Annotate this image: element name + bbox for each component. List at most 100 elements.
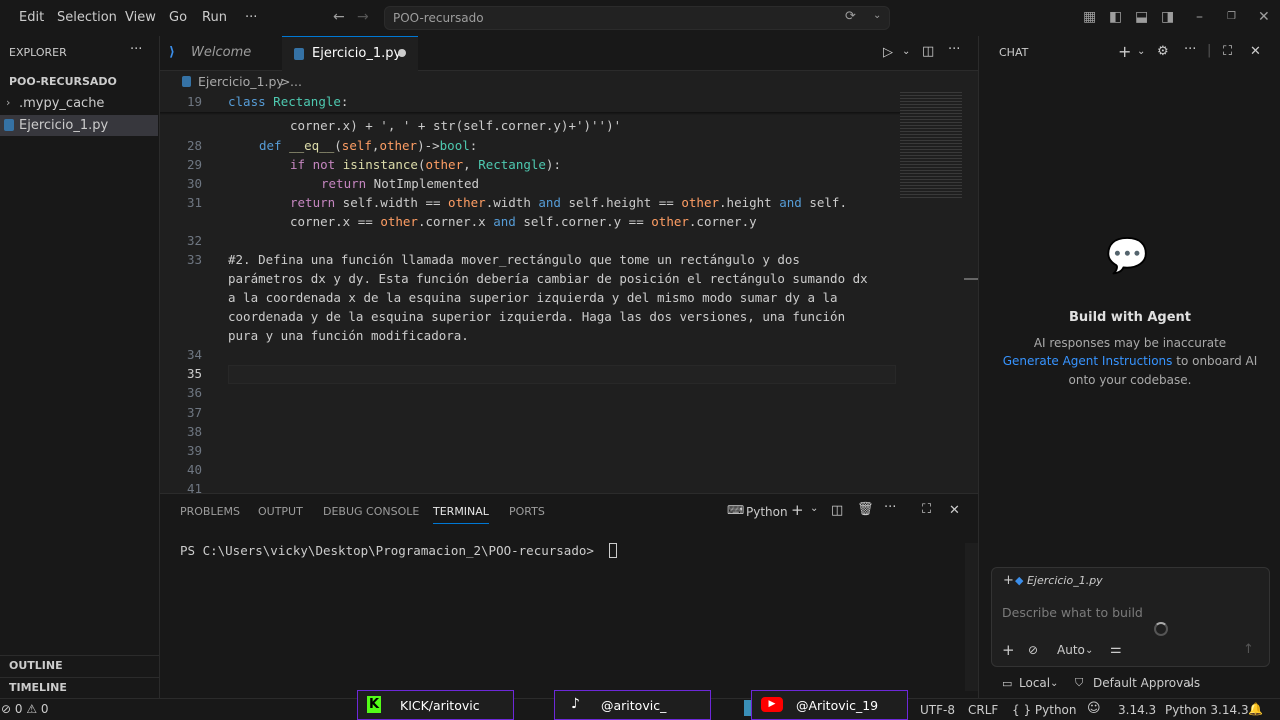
chevron-down-icon[interactable]: ⌄ <box>1050 678 1058 689</box>
maximize-chat-icon[interactable]: ⛶ <box>1223 44 1232 59</box>
menu-run[interactable]: Run <box>202 10 227 25</box>
trash-icon[interactable]: 🗑 <box>857 502 874 517</box>
tools-icon[interactable]: ⊘ <box>1028 643 1038 657</box>
comment-line[interactable]: coordenada y de la esquina superior izqu… <box>228 309 845 324</box>
chat-input-placeholder[interactable]: Describe what to build <box>1002 605 1143 620</box>
line-number: 34 <box>186 347 202 362</box>
panel-tab-debug-console[interactable]: DEBUG CONSOLE <box>323 505 419 518</box>
run-icon[interactable]: ▷ <box>883 45 893 60</box>
maximize-panel-icon[interactable]: ⛶ <box>922 502 931 517</box>
chevron-down-icon[interactable]: ⌄ <box>873 10 881 21</box>
tab-welcome[interactable]: ⟩ Welcome <box>160 36 282 71</box>
code-line-31-wrap[interactable]: corner.x == other.corner.x and self.corn… <box>290 214 757 229</box>
panel-tab-problems[interactable]: PROBLEMS <box>180 505 240 518</box>
more-actions-icon[interactable]: ··· <box>1184 42 1196 57</box>
problems-status[interactable]: ⊘ 0 ⚠ 0 <box>1 702 49 716</box>
timeline-section[interactable]: TIMELINE <box>9 681 67 694</box>
new-chat-icon[interactable]: + <box>1118 42 1131 61</box>
context-chip[interactable]: ◆ Ejercicio_1.py <box>1015 574 1105 590</box>
current-line-highlight[interactable] <box>228 365 896 384</box>
kick-overlay: K KICK/aritovic <box>357 690 514 720</box>
youtube-logo-icon: ▶ <box>761 697 783 712</box>
comment-line[interactable]: #2. Defina una función llamada mover_rec… <box>228 252 800 267</box>
menu-view[interactable]: View <box>125 10 156 25</box>
back-arrow-icon[interactable]: ← <box>333 9 345 25</box>
copilot-status-icon[interactable]: ☺ <box>1087 701 1101 716</box>
menu-go[interactable]: Go <box>169 10 187 25</box>
attach-icon[interactable]: + <box>1002 641 1015 659</box>
add-context-icon[interactable]: + <box>1003 573 1014 588</box>
customize-layout-icon[interactable]: ▦ <box>1083 9 1096 25</box>
toggle-secondary-sidebar-icon[interactable]: ◨ <box>1161 9 1174 25</box>
outline-section[interactable]: OUTLINE <box>9 659 63 672</box>
unsaved-dot-icon[interactable] <box>398 49 406 57</box>
close-panel-icon[interactable]: ✕ <box>949 503 960 518</box>
generate-instructions-link[interactable]: Generate Agent Instructions <box>1003 354 1173 368</box>
code-line-31[interactable]: return self.width == other.width and sel… <box>290 195 847 210</box>
explorer-title: EXPLORER <box>9 46 67 59</box>
python-file-icon <box>294 48 304 60</box>
class-name: Rectangle <box>273 94 341 109</box>
chevron-down-icon[interactable]: ⌄ <box>1137 46 1145 57</box>
terminal-scrollbar[interactable] <box>965 543 978 691</box>
terminal-prompt[interactable]: PS C:\Users\vicky\Desktop\Programacion_2… <box>180 543 594 558</box>
panel-tab-output[interactable]: OUTPUT <box>258 505 303 518</box>
encoding[interactable]: UTF-8 <box>920 703 955 717</box>
code-line-28[interactable]: def __eq__(self,other)->bool: <box>259 138 477 153</box>
approvals-select[interactable]: Default Approvals <box>1093 676 1200 690</box>
split-terminal-icon[interactable]: ◫ <box>831 503 843 518</box>
line-endings[interactable]: CRLF <box>968 703 998 717</box>
toggle-sidebar-icon[interactable]: ◧ <box>1109 9 1122 25</box>
close-chat-icon[interactable]: ✕ <box>1250 44 1261 59</box>
chevron-down-icon[interactable]: ⌄ <box>1186 678 1194 689</box>
tree-item-ejercicio-1[interactable]: Ejercicio_1.py <box>19 118 108 133</box>
add-terminal-icon[interactable]: + <box>791 501 804 519</box>
menu-selection[interactable]: Selection <box>57 10 117 25</box>
terminal-kind[interactable]: Python <box>746 505 788 519</box>
tree-item-mypy-cache[interactable]: .mypy_cache <box>19 96 104 111</box>
mode-select[interactable]: Auto <box>1057 643 1085 657</box>
comment-line[interactable]: a la coordenada x de la esquina superior… <box>228 290 838 305</box>
forward-arrow-icon[interactable]: → <box>357 9 369 25</box>
close-window-icon[interactable]: ✕ <box>1258 9 1270 25</box>
menu-more[interactable]: ··· <box>245 10 257 25</box>
toggle-panel-icon[interactable]: ⬓ <box>1135 9 1148 25</box>
configure-icon[interactable]: ⚌ <box>1110 642 1122 657</box>
colon: : <box>340 94 349 109</box>
command-center[interactable]: POO-recursado ⟳ ⌄ <box>384 6 890 30</box>
chevron-down-icon[interactable]: ⌄ <box>1085 645 1093 656</box>
copilot-icon[interactable]: ⟳ <box>845 9 856 24</box>
location-select[interactable]: Local <box>1019 676 1050 690</box>
notifications-icon[interactable]: 🔔 <box>1248 702 1263 716</box>
more-actions-icon[interactable]: ··· <box>948 42 960 57</box>
breadcrumb-more[interactable]: ... <box>290 74 302 89</box>
warning-count: 0 <box>40 702 49 716</box>
menu-edit[interactable]: Edit <box>19 10 44 25</box>
shield-icon: ⛉ <box>1075 676 1084 689</box>
python-interpreter[interactable]: Python 3.14.3 <box>1165 703 1249 717</box>
chevron-down-icon[interactable]: ⌄ <box>902 46 910 57</box>
more-actions-icon[interactable]: ··· <box>130 42 142 57</box>
gear-icon[interactable]: ⚙ <box>1157 44 1169 59</box>
restore-icon[interactable]: ❐ <box>1227 11 1236 22</box>
code-line-29[interactable]: if not isinstance(other, Rectangle): <box>290 157 561 172</box>
more-actions-icon[interactable]: ··· <box>884 500 896 515</box>
python-version[interactable]: 3.14.3 <box>1118 703 1156 717</box>
code-line-30[interactable]: return NotImplemented <box>321 176 479 191</box>
code-line-wrap[interactable]: corner.x) + ', ' + str(self.corner.y)+')… <box>290 118 621 133</box>
send-arrow-icon[interactable]: ↑ <box>1243 642 1254 657</box>
comment-line[interactable]: parámetros dx y dy. Esta función debería… <box>228 271 868 286</box>
split-editor-icon[interactable]: ◫ <box>922 44 934 59</box>
breadcrumb-file[interactable]: Ejercicio_1.py <box>198 74 284 89</box>
tab-ejercicio-1[interactable]: Ejercicio_1.py <box>282 36 418 71</box>
minimap[interactable] <box>900 90 962 200</box>
breadcrumb-separator: > <box>280 74 291 89</box>
panel-tab-ports[interactable]: PORTS <box>509 505 545 518</box>
folder-header[interactable]: POO-RECURSADO <box>9 75 117 88</box>
sticky-scroll-line[interactable]: class Rectangle: <box>228 94 898 109</box>
comment-line[interactable]: pura y una función modificadora. <box>228 328 469 343</box>
panel-tab-terminal[interactable]: TERMINAL <box>433 505 489 524</box>
minimize-icon[interactable]: – <box>1196 9 1203 25</box>
language-mode[interactable]: { } Python <box>1012 703 1077 717</box>
chevron-down-icon[interactable]: ⌄ <box>810 503 818 514</box>
